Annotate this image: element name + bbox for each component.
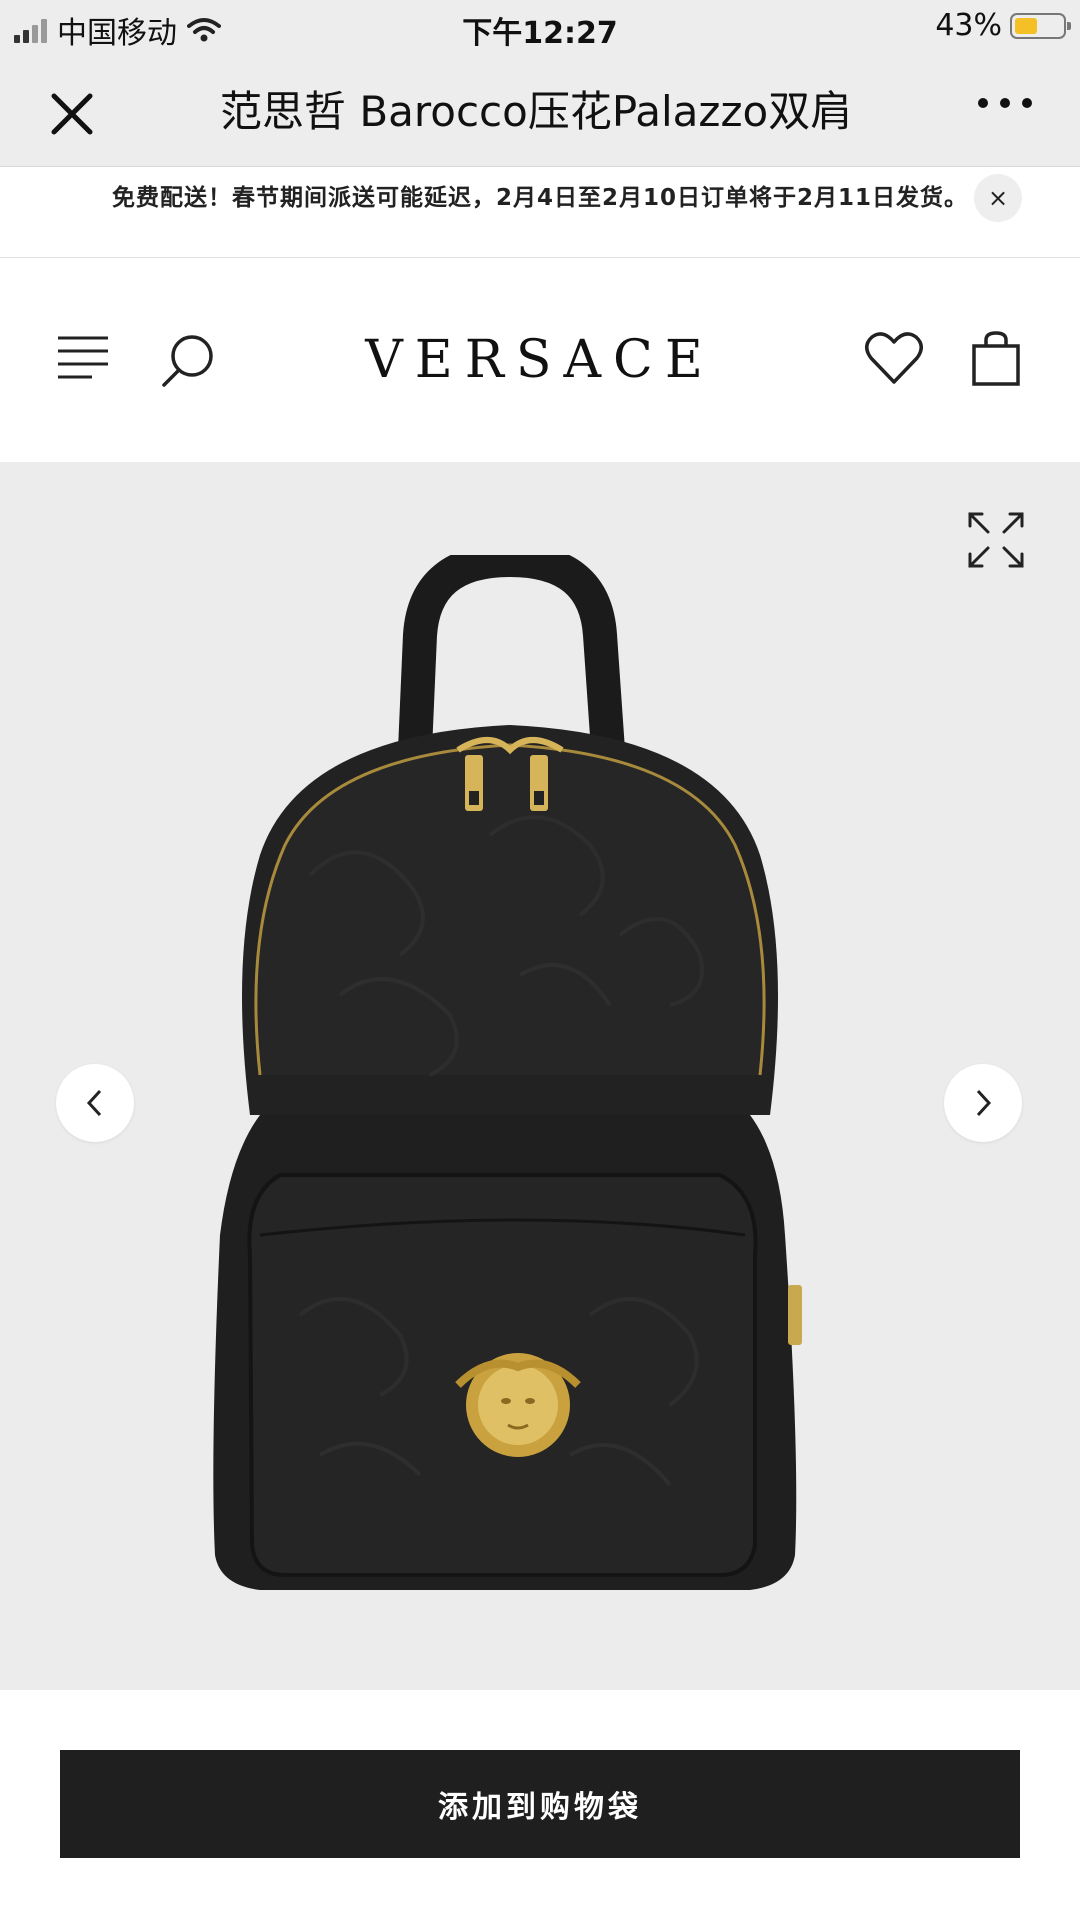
gallery-prev-button[interactable] (56, 1064, 134, 1142)
chevron-right-icon (976, 1089, 992, 1117)
battery-percent: 43% (935, 8, 1002, 43)
shopping-bag-icon[interactable] (970, 330, 1022, 386)
shipping-banner: 免费配送！春节期间派送可能延迟，2月4日至2月10日订单将于2月11日发货。 (0, 167, 1080, 258)
gallery-next-button[interactable] (944, 1064, 1022, 1142)
banner-close-button[interactable]: × (974, 174, 1022, 222)
battery-group: 43% (935, 8, 1071, 43)
shipping-banner-text: 免费配送！春节期间派送可能延迟，2月4日至2月10日订单将于2月11日发货。 (111, 185, 969, 211)
status-time: 下午12:27 (462, 16, 618, 51)
add-to-bag-button[interactable]: 添加到购物袋 (60, 1750, 1020, 1858)
battery-icon (1010, 12, 1071, 39)
expand-fullscreen-icon[interactable] (966, 510, 1026, 570)
title-bar: 范思哲 Barocco压花Palazzo双肩 (0, 56, 1080, 167)
wishlist-heart-icon[interactable] (864, 330, 924, 386)
product-image-backpack (213, 555, 802, 1590)
close-icon[interactable] (46, 88, 98, 140)
status-bar: 中国移动 下午12:27 43% (0, 0, 1080, 56)
add-to-bag-label: 添加到购物袋 (438, 1790, 642, 1825)
chevron-left-icon (86, 1089, 102, 1117)
banner-close-icon: × (987, 184, 1009, 212)
page-title: 范思哲 Barocco压花Palazzo双肩 (220, 87, 853, 136)
more-menu-icon[interactable] (978, 98, 1032, 108)
